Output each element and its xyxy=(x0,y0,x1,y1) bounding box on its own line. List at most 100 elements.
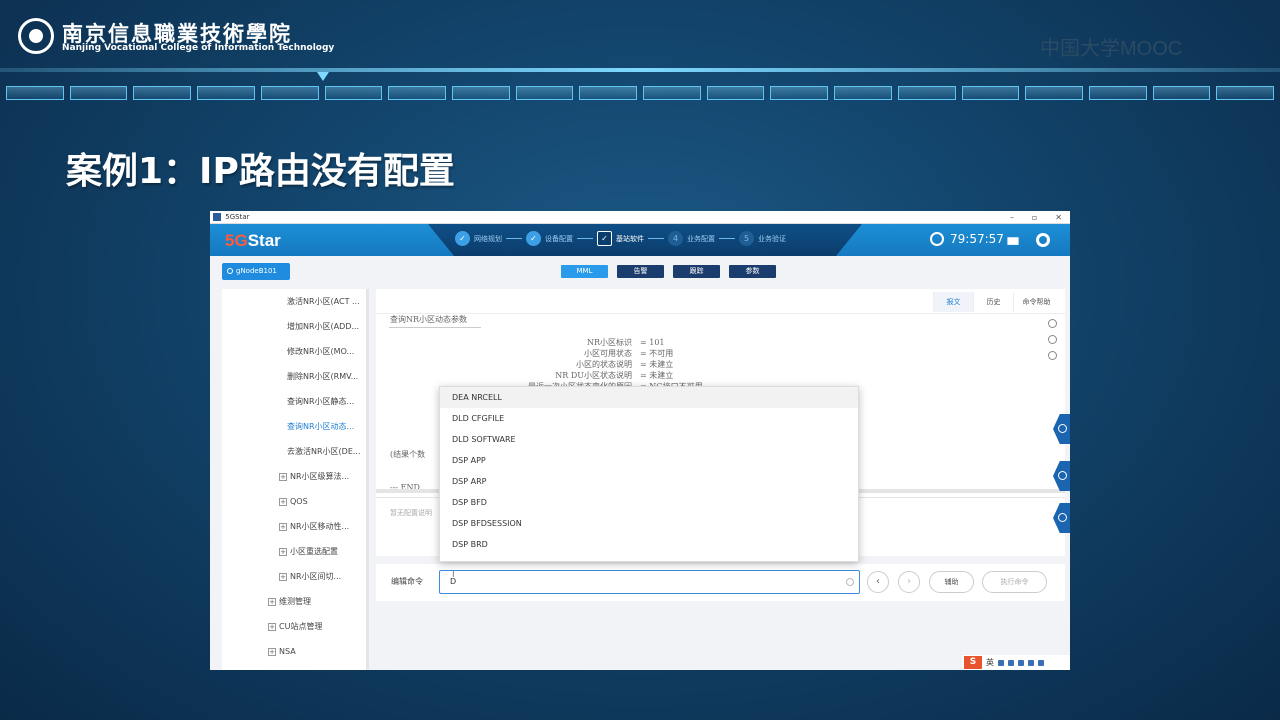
result-title: 查询NR小区动态参数 xyxy=(390,315,468,324)
tab-params[interactable]: 参数 xyxy=(729,265,776,278)
sidebar-item-act-nrcell[interactable]: 激活NR小区(ACT ... xyxy=(222,289,369,314)
tab-mml[interactable]: MML xyxy=(561,265,608,278)
expand-icon[interactable]: + xyxy=(279,548,287,556)
command-autocomplete-dropdown: DEA NRCELL DLD CFGFILE DLD SOFTWARE DSP … xyxy=(439,386,859,562)
expand-icon[interactable]: + xyxy=(279,473,287,481)
app-header: 5GStar ✓ 网络规划 ✓ 设备配置 ✓ 基站软件 4 业务配置 5 业务验… xyxy=(210,224,1070,256)
sidebar-item-dea-nrcell[interactable]: 去激活NR小区(DE... xyxy=(222,439,369,464)
expand-icon[interactable]: + xyxy=(279,498,287,506)
command-input[interactable]: D xyxy=(439,570,860,594)
clear-icon[interactable] xyxy=(846,578,854,586)
next-command-button[interactable]: › xyxy=(898,571,920,593)
ime-keyboard-icon[interactable] xyxy=(1028,659,1034,666)
tab-alarm[interactable]: 告警 xyxy=(617,265,664,278)
sidebar-group-handover[interactable]: + NR小区间切... xyxy=(222,564,369,589)
minimize-button[interactable]: – xyxy=(1010,211,1014,224)
maximize-button[interactable]: ▫ xyxy=(1032,211,1037,224)
dropdown-option[interactable]: DEA NRCELL xyxy=(440,387,858,408)
vr-icon xyxy=(1058,513,1067,522)
step-2-check-icon[interactable]: ✓ xyxy=(526,231,541,246)
app-icon xyxy=(213,213,221,221)
dropdown-option[interactable]: DLD SOFTWARE xyxy=(440,429,858,450)
expand-icon[interactable]: + xyxy=(279,523,287,531)
ime-taskbar: S 英 xyxy=(962,655,1070,670)
sidebar-item-lst-nrcell[interactable]: 查询NR小区静态... xyxy=(222,389,369,414)
ime-punct-icon[interactable] xyxy=(998,659,1004,666)
expand-icon[interactable]: + xyxy=(279,573,287,581)
device-icon xyxy=(1058,471,1067,480)
sidebar-scrollbar[interactable] xyxy=(366,289,369,670)
text-cursor-icon: I xyxy=(452,570,455,580)
sidebar-item-mod-nrcell[interactable]: 修改NR小区(MO... xyxy=(222,339,369,364)
sidebar-group-maintenance[interactable]: + 维测管理 xyxy=(222,589,369,614)
sidebar-item-add-nrcell[interactable]: 增加NR小区(ADD... xyxy=(222,314,369,339)
delete-icon[interactable] xyxy=(1048,351,1057,360)
ime-language[interactable]: 英 xyxy=(986,657,994,668)
view-2d-icon xyxy=(1058,424,1067,433)
step-5-label[interactable]: 业务验证 xyxy=(758,234,786,244)
expand-icon[interactable]: + xyxy=(268,648,276,656)
dropdown-option[interactable]: DSP APP xyxy=(440,450,858,471)
refresh-icon[interactable] xyxy=(1048,335,1057,344)
sidebar-group-mobility[interactable]: + NR小区移动性... xyxy=(222,514,369,539)
sidebar-group-nrcell-algo[interactable]: + NR小区级算法... xyxy=(222,464,369,489)
progress-steps: ✓ 网络规划 ✓ 设备配置 ✓ 基站软件 4 业务配置 5 业务验证 xyxy=(455,231,786,246)
sidebar-group-reselection[interactable]: + 小区重选配置 xyxy=(222,539,369,564)
assist-button[interactable]: 辅助 xyxy=(929,571,974,593)
expand-icon[interactable]: + xyxy=(268,598,276,606)
step-4-label[interactable]: 业务配置 xyxy=(687,234,715,244)
slide-header: 南京信息職業技術學院 Nanjing Vocational College of… xyxy=(0,0,1280,120)
sidebar-group-nsa[interactable]: + NSA xyxy=(222,639,369,664)
header-decoration-triangle xyxy=(317,72,329,81)
ime-settings-icon[interactable] xyxy=(1038,659,1044,666)
step-3-check-icon[interactable]: ✓ xyxy=(597,231,612,246)
tab-trace[interactable]: 跟踪 xyxy=(673,265,720,278)
dropdown-option[interactable]: DSP BFDSESSION xyxy=(440,513,858,534)
result-tools xyxy=(1048,319,1057,360)
step-2-label[interactable]: 设备配置 xyxy=(545,234,573,244)
mooc-watermark: 中国大学MOOC xyxy=(1040,38,1183,60)
result-row: NR小区标识 = 101 xyxy=(586,338,665,347)
node-label: gNodeB101 xyxy=(236,267,277,275)
command-bar: 编辑命令 D I ‹ › 辅助 执行命令 xyxy=(376,564,1065,601)
ime-emoji-icon[interactable] xyxy=(1008,659,1014,666)
printer-icon[interactable] xyxy=(1007,237,1019,245)
dropdown-option[interactable]: DSP ARP xyxy=(440,471,858,492)
header-decoration-bar xyxy=(0,86,1280,102)
step-4-number-icon[interactable]: 4 xyxy=(668,231,683,246)
sidebar-item-rmv-nrcell[interactable]: 删除NR小区(RMV... xyxy=(222,364,369,389)
sidebar-group-qos[interactable]: + QOS xyxy=(222,489,369,514)
expand-icon[interactable]: + xyxy=(268,623,276,631)
sub-navigation: gNodeB101 MML 告警 跟踪 参数 xyxy=(210,256,1070,284)
dropdown-option[interactable]: DSP BRD xyxy=(440,534,858,555)
sidebar-item-dsp-nrcell[interactable]: 查询NR小区动态... xyxy=(222,414,369,439)
ime-logo-icon[interactable]: S xyxy=(964,656,982,669)
window-title: 5GStar xyxy=(225,213,250,221)
result-row: 小区可用状态 = 不可用 xyxy=(584,349,674,358)
timer: 79:57:57 xyxy=(930,232,1004,246)
dropdown-option[interactable]: DSP BFD xyxy=(440,492,858,513)
clock-icon xyxy=(930,232,944,246)
tab-command-help[interactable]: 命令帮助 xyxy=(1013,292,1059,312)
config-placeholder: 暂无配置说明 xyxy=(390,509,432,517)
previous-command-button[interactable]: ‹ xyxy=(867,571,889,593)
dropdown-option[interactable]: DLD CFGFILE xyxy=(440,408,858,429)
step-1-check-icon[interactable]: ✓ xyxy=(455,231,470,246)
tab-history[interactable]: 历史 xyxy=(973,292,1013,312)
step-3-label[interactable]: 基站软件 xyxy=(616,234,644,244)
brand-logo: 5GStar xyxy=(225,231,281,251)
brand-5g: 5G xyxy=(225,231,248,250)
command-tree-sidebar: 激活NR小区(ACT ... 增加NR小区(ADD... 修改NR小区(MO..… xyxy=(222,289,369,670)
close-button[interactable]: ✕ xyxy=(1055,211,1062,224)
step-5-number-icon[interactable]: 5 xyxy=(739,231,754,246)
slide-title: 案例1：IP路由没有配置 xyxy=(66,151,455,192)
step-1-label[interactable]: 网络规划 xyxy=(474,234,502,244)
gear-icon[interactable] xyxy=(1036,233,1050,247)
node-selector-button[interactable]: gNodeB101 xyxy=(222,263,290,280)
ime-voice-icon[interactable] xyxy=(1018,659,1024,666)
tab-report[interactable]: 报文 xyxy=(933,292,973,312)
brand-star: Star xyxy=(247,231,281,250)
execute-command-button[interactable]: 执行命令 xyxy=(982,571,1047,593)
search-icon[interactable] xyxy=(1048,319,1057,328)
sidebar-group-cu-site[interactable]: + CU站点管理 xyxy=(222,614,369,639)
